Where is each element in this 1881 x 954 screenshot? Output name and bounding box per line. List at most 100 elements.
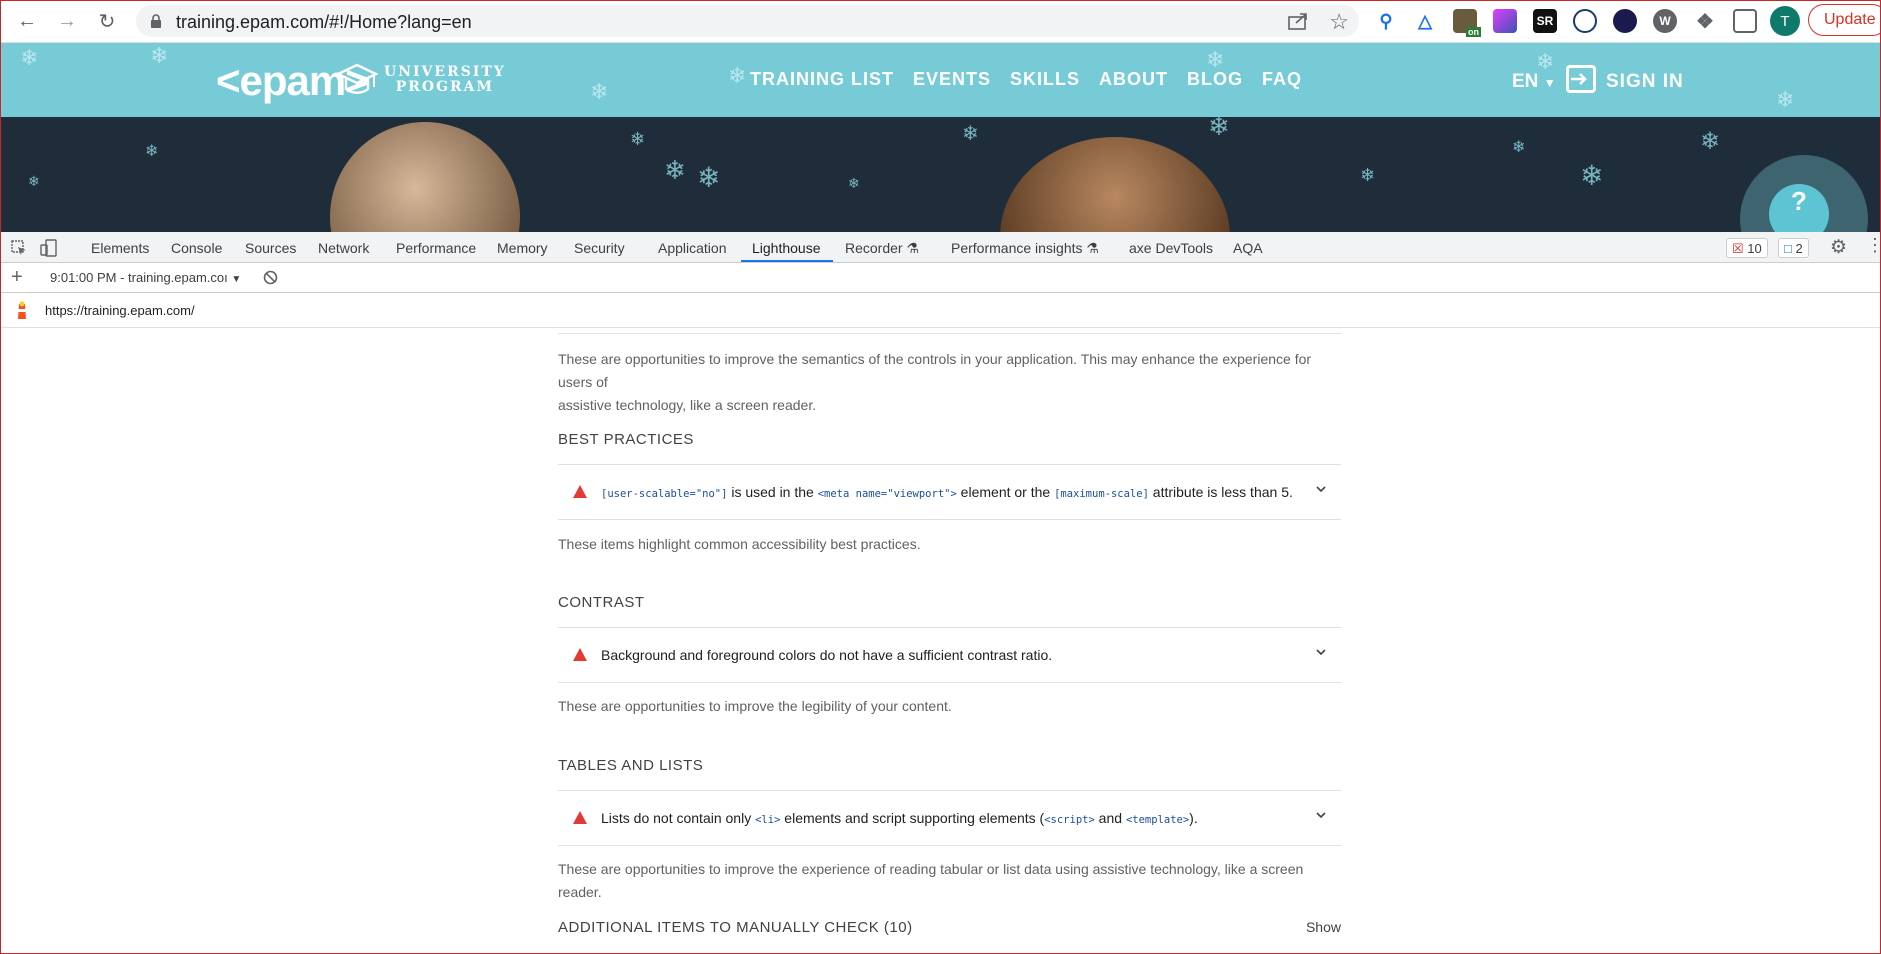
dark-circle-extension-icon[interactable] (1613, 9, 1637, 33)
audit-color-contrast[interactable]: Background and foreground colors do not … (558, 627, 1341, 683)
triangle-extension-icon[interactable]: △ (1413, 9, 1437, 33)
group-description: These are opportunities to improve the e… (558, 861, 1304, 900)
snowflake-icon: ❄ (28, 173, 40, 189)
tab-security[interactable]: Security (574, 240, 625, 256)
university-program-label: UNIVERSITY PROGRAM (384, 64, 506, 95)
lock-icon[interactable] (150, 14, 162, 28)
experiment-flask-icon: ⚗ (906, 240, 920, 256)
main-nav: TRAINING LIST EVENTS SKILLS ABOUT BLOG F… (750, 69, 1302, 90)
lighthouse-toolbar: + 9:01:00 PM - training.epam.coı ▼ (0, 263, 1881, 293)
group-title-best-practices: BEST PRACTICES (558, 431, 694, 448)
snowflake-icon: ❄ (1580, 160, 1604, 191)
fail-triangle-icon (573, 648, 587, 661)
lighthouse-icon (18, 301, 26, 319)
tab-console[interactable]: Console (171, 240, 222, 256)
back-icon[interactable]: ← (14, 8, 40, 34)
fail-triangle-icon (573, 811, 587, 824)
snowflake-icon: ❄ (145, 143, 159, 160)
group-description: These are opportunities to improve the l… (558, 698, 952, 714)
audit-title: [user-scalable="no"] is used in the <met… (601, 484, 1293, 500)
dropdown-triangle-icon: ▼ (231, 274, 242, 285)
tab-lighthouse[interactable]: Lighthouse (752, 240, 821, 256)
group-title-tables-and-lists: TABLES AND LISTS (558, 757, 704, 774)
puzzle-app-icon[interactable] (1493, 9, 1517, 33)
snowflake-icon: ❄ (697, 162, 721, 193)
profile-avatar[interactable]: T (1770, 6, 1800, 36)
forward-icon[interactable]: → (54, 8, 80, 34)
nav-about[interactable]: ABOUT (1099, 69, 1168, 90)
language-selector[interactable]: EN ▼ (1512, 71, 1556, 93)
snowflake-icon: ❄ (630, 129, 646, 149)
aria-group-description: These are opportunities to improve the s… (558, 351, 1312, 413)
show-toggle[interactable]: Show (1306, 919, 1341, 935)
group-title-contrast: CONTRAST (558, 594, 645, 611)
audit-list[interactable]: Lists do not contain only <li> elements … (558, 790, 1341, 846)
address-bar[interactable]: training.epam.com/#!/Home?lang=en ☆ (136, 5, 1359, 37)
snowflake-icon: ❄ (1776, 87, 1795, 112)
error-icon: ☒ (1732, 241, 1744, 256)
report-url[interactable]: https://training.epam.com/ (45, 303, 195, 318)
bookmark-star-icon[interactable]: ☆ (1329, 9, 1349, 35)
chevron-down-icon[interactable] (1315, 483, 1327, 495)
tab-performance-insights[interactable]: Performance insights ⚗ (951, 240, 1099, 257)
nav-blog[interactable]: BLOG (1187, 69, 1243, 90)
reload-icon[interactable]: ↻ (94, 8, 120, 34)
clear-reports-icon[interactable] (263, 270, 278, 285)
nav-faq[interactable]: FAQ (1262, 69, 1302, 90)
tab-axe-devtools[interactable]: axe DevTools (1129, 240, 1213, 256)
lighthouse-report: These are opportunities to improve the s… (0, 328, 1881, 954)
tab-performance[interactable]: Performance (396, 240, 476, 256)
snowflake-icon: ❄ (728, 63, 747, 88)
tab-application[interactable]: Application (658, 240, 727, 256)
sign-in-link[interactable]: SIGN IN (1606, 71, 1684, 93)
tab-sources[interactable]: Sources (245, 240, 296, 256)
divider (558, 333, 1341, 334)
audit-title: Lists do not contain only <li> elements … (601, 810, 1198, 826)
report-selector[interactable]: 9:01:00 PM - training.epam.coı ▼ (50, 270, 241, 285)
snowflake-icon: ❄ (664, 155, 686, 185)
caret-down-icon: ▼ (1543, 76, 1556, 90)
settings-gear-icon[interactable]: ⚙ (1830, 236, 1847, 259)
manual-items-row: ADDITIONAL ITEMS TO MANUALLY CHECK (10) … (558, 919, 1341, 943)
chevron-down-icon[interactable] (1315, 646, 1327, 658)
snowflake-icon: ❄ (1208, 117, 1230, 141)
nav-events[interactable]: EVENTS (913, 69, 991, 90)
w-extension-icon[interactable]: W (1653, 9, 1677, 33)
cow-extension-icon[interactable]: on (1453, 9, 1481, 37)
chevron-down-icon[interactable] (1315, 809, 1327, 821)
errors-badge[interactable]: ☒ 10 (1726, 238, 1768, 258)
hero-person-image (1000, 137, 1230, 232)
tab-recorder[interactable]: Recorder ⚗ (845, 240, 919, 257)
device-toolbar-icon[interactable] (40, 239, 58, 257)
snowflake-icon: ❄ (962, 123, 979, 145)
nav-skills[interactable]: SKILLS (1010, 69, 1080, 90)
report-url-bar: https://training.epam.com/ (0, 293, 1881, 328)
browser-toolbar: ← → ↻ training.epam.com/#!/Home?lang=en … (0, 0, 1881, 43)
nav-training-list[interactable]: TRAINING LIST (750, 69, 894, 90)
devtools-tab-bar: Elements Console Sources Network Perform… (0, 232, 1881, 263)
tab-network[interactable]: Network (318, 240, 369, 256)
hero-person-image (330, 122, 520, 232)
inspect-element-icon[interactable] (10, 239, 28, 257)
side-panel-icon[interactable] (1733, 9, 1757, 33)
share-icon[interactable] (1287, 10, 1309, 32)
more-options-icon[interactable]: ⋮ (1866, 235, 1881, 256)
tab-elements[interactable]: Elements (91, 240, 149, 256)
tab-memory[interactable]: Memory (497, 240, 548, 256)
audit-meta-viewport[interactable]: [user-scalable="no"] is used in the <met… (558, 464, 1341, 520)
tab-aqa[interactable]: AQA (1233, 240, 1263, 256)
url-text[interactable]: training.epam.com/#!/Home?lang=en (176, 12, 472, 33)
wave-extension-icon[interactable] (1573, 9, 1597, 33)
puzzle-extensions-icon[interactable]: ❖ (1693, 9, 1717, 33)
update-button[interactable]: Update (1808, 4, 1881, 36)
messages-badge[interactable]: □ 2 (1778, 238, 1809, 258)
snowflake-icon: ❄ (848, 175, 860, 191)
snowflake-icon: ❄ (20, 45, 39, 70)
snowflake-icon: ❄ (1512, 139, 1526, 156)
zoom-search-icon[interactable]: ⚲ (1374, 9, 1398, 33)
audit-title: Background and foreground colors do not … (601, 647, 1053, 663)
new-report-icon[interactable]: + (11, 266, 23, 289)
experiment-flask-icon: ⚗ (1086, 240, 1099, 256)
sign-in-icon[interactable] (1566, 65, 1596, 93)
sr-extension-icon[interactable]: SR (1533, 9, 1557, 33)
